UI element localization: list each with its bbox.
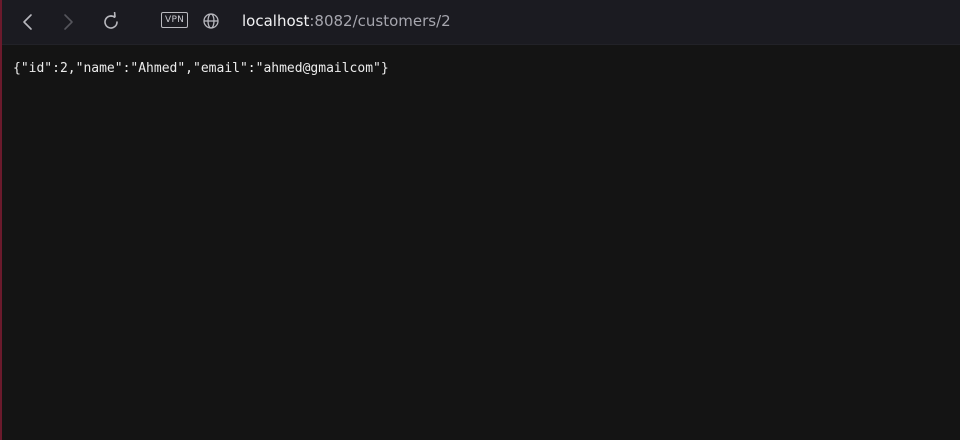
back-button[interactable] [14,8,42,36]
url-path: :8082/customers/2 [309,12,451,30]
chevron-left-icon [23,14,32,30]
page-content: {"id":2,"name":"Ahmed","email":"ahmed@gm… [13,60,950,78]
vpn-badge[interactable]: VPN [161,12,189,28]
reload-icon [104,12,118,29]
url-host: localhost [242,12,310,30]
chevron-right-icon [64,14,73,30]
json-response-text: {"id":2,"name":"Ahmed","email":"ahmed@gm… [13,61,389,76]
address-bar[interactable]: localhost:8082/customers/2 [242,11,451,31]
window-edge-accent [0,0,2,440]
browser-window: VPN localhost:8082/customers/2 {"id":2,"… [0,0,960,440]
globe-icon[interactable] [202,12,220,30]
reload-button[interactable] [97,8,125,36]
browser-toolbar: VPN localhost:8082/customers/2 [2,0,960,45]
forward-button[interactable] [54,8,82,36]
